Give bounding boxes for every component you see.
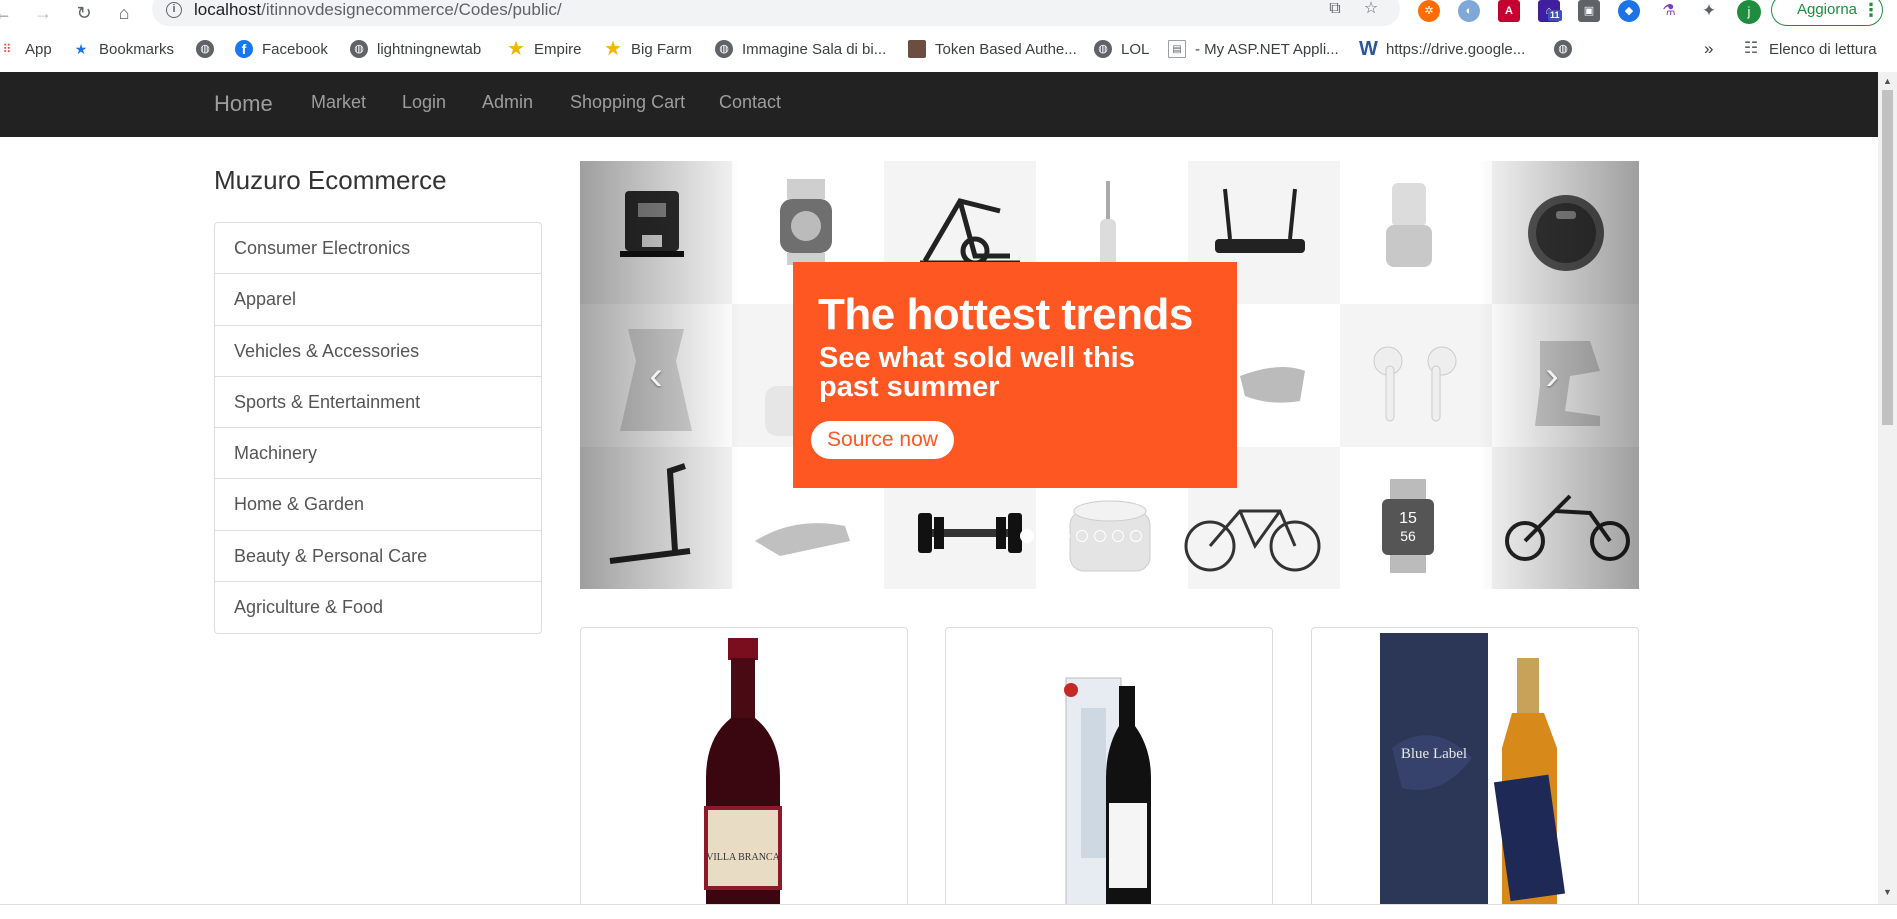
angular-icon[interactable]: A [1498,0,1520,22]
extension-orange-icon[interactable]: ✲ [1418,0,1440,22]
category-apparel[interactable]: Apparel [215,274,541,326]
category-machinery[interactable]: Machinery [215,428,541,480]
navbar-brand-home[interactable]: Home [214,91,273,117]
promo-banner[interactable]: The hottest trends See what sold well th… [793,262,1237,488]
bookmark-token[interactable]: Token Based Authe... [908,37,1077,61]
bookmark-facebook[interactable]: f Facebook [235,37,328,61]
forward-icon[interactable]: → [32,2,54,24]
facebook-icon: f [235,40,253,58]
bookmark-star-icon[interactable]: ☆ [1360,0,1382,20]
category-beauty-personal-care[interactable]: Beauty & Personal Care [215,531,541,583]
chevron-right-icon[interactable]: › [1532,351,1572,401]
carousel-indicator[interactable] [1020,529,1034,543]
bookmark-aspnet[interactable]: ▤ - My ASP.NET Appli... [1168,37,1339,61]
product-card[interactable] [945,627,1273,919]
carousel-indicators [1020,529,1142,543]
nav-link-contact[interactable]: Contact [719,92,781,113]
bookmark-immagine[interactable]: ◍ Immagine Sala di bi... [715,37,886,61]
star-icon: ★ [604,38,622,60]
promo-subheadline: See what sold well this past summer [819,342,1135,403]
whisky-box-label: Blue Label [1401,746,1467,762]
star-icon: ★ [74,41,88,57]
reading-list-icon: ☷ [1743,40,1759,57]
chevron-left-icon[interactable]: ‹ [636,351,676,401]
menu-dots-icon[interactable]: ⋮ [1862,0,1880,22]
home-icon[interactable]: ⌂ [113,2,135,24]
extension-shield-icon[interactable]: ◆ [1618,0,1640,22]
bookmark-globe-last[interactable]: ◍ [1554,37,1581,61]
page-scrollbar[interactable]: ▲ ▼ [1878,72,1897,904]
product-card[interactable]: VILLA BRANCA [580,627,908,919]
bookmark-big-farm[interactable]: ★ Big Farm [604,37,692,61]
bookmark-empire[interactable]: ★ Empire [507,37,581,61]
scroll-down-icon[interactable]: ▼ [1883,887,1892,897]
bookmarks-bar: ⠿ App ★ Bookmarks ◍ f Facebook ◍ lightningne… [0,33,1897,67]
carousel-indicator[interactable] [1130,530,1142,542]
category-home-garden[interactable]: Home & Garden [215,479,541,531]
bookmark-drive[interactable]: Whttps://drive.google... [1359,37,1525,61]
product-card[interactable]: Blue Label [1311,627,1639,919]
promo-carousel: 15 56 ‹ › The hottest trends See what so… [580,161,1639,589]
bookmarks-overflow-button[interactable]: » [1704,37,1713,61]
bookmark-globe[interactable]: ◍ [196,37,223,61]
sake-bottle-image [1064,677,1151,919]
bookmark-bookmarks[interactable]: ★ Bookmarks [72,37,174,61]
whisky-bottle-image: Blue Label [1380,633,1566,919]
apps-grid-icon: ⠿ [2,42,12,56]
category-agriculture-food[interactable]: Agriculture & Food [215,582,541,633]
reading-list-button[interactable]: ☷ Elenco di lettura [1742,37,1877,61]
scrollbar-thumb[interactable] [1882,90,1893,425]
watch-hour-text: 15 [1399,510,1417,527]
nav-link-market[interactable]: Market [311,92,366,113]
smartwatch-icon [780,179,832,265]
source-now-button[interactable]: Source now [811,421,954,459]
carousel-indicator[interactable] [1076,530,1088,542]
extensions-puzzle-icon[interactable]: ✦ [1698,0,1720,22]
profile-avatar[interactable]: j [1737,0,1761,24]
extension-purple-icon[interactable]: ⌂11 [1538,0,1562,22]
url-text: localhost/itinnovdesignecommerce/Codes/p… [194,0,562,19]
page-icon: ▤ [1168,40,1186,58]
site-info-icon[interactable]: i [166,2,182,18]
carousel-indicator[interactable] [1040,530,1052,542]
globe-icon: ◍ [715,40,733,58]
scroll-up-icon[interactable]: ▲ [1883,76,1892,86]
category-list: Consumer Electronics Apparel Vehicles & … [214,222,542,635]
nav-link-admin[interactable]: Admin [482,92,533,113]
word-icon: W [1359,38,1378,60]
globe-icon: ◍ [1094,40,1112,58]
star-icon: ★ [507,38,525,60]
category-sports-entertainment[interactable]: Sports & Entertainment [215,377,541,429]
globe-icon: ◍ [196,40,214,58]
translate-icon[interactable]: ⧉ [1324,0,1346,20]
nav-link-shopping-cart[interactable]: Shopping Cart [570,92,685,113]
extension-blue-icon[interactable]: ◐ [1458,0,1480,22]
reload-icon[interactable]: ↻ [73,2,95,24]
site-navbar: Home Market Login Admin Shopping Cart Co… [0,72,1878,137]
carousel-indicator[interactable] [1094,530,1106,542]
image-icon [908,40,926,58]
bookmark-apps[interactable]: ⠿ App [0,37,52,61]
category-consumer-electronics[interactable]: Consumer Electronics [215,223,541,275]
category-vehicles-accessories[interactable]: Vehicles & Accessories [215,326,541,377]
promo-headline: The hottest trends [818,290,1193,339]
globe-icon: ◍ [350,40,368,58]
carousel-indicator[interactable] [1112,530,1124,542]
back-icon[interactable]: ← [0,2,14,24]
wine-label-text: VILLA BRANCA [706,852,780,863]
bottom-shelf [0,904,1897,919]
carousel-indicator[interactable] [1058,530,1070,542]
extension-flask-icon[interactable]: ⚗ [1658,0,1680,22]
bookmark-lightningnewtab[interactable]: ◍ lightningnewtab [350,37,481,61]
bookmark-lol[interactable]: ◍ LOL [1094,37,1149,61]
shop-title: Muzuro Ecommerce [214,165,447,195]
globe-icon: ◍ [1554,40,1572,58]
wine-bottle-image: VILLA BRANCA [704,638,782,919]
extension-gray-icon[interactable]: ▣ [1578,0,1600,22]
nav-link-login[interactable]: Login [402,92,446,113]
url-bar[interactable]: i localhost/itinnovdesignecommerce/Codes… [152,0,1400,26]
browser-toolbar: ← → ↻ ⌂ i localhost/itinnovdesignecommer… [0,0,1897,28]
watch-minute-text: 56 [1400,528,1416,544]
